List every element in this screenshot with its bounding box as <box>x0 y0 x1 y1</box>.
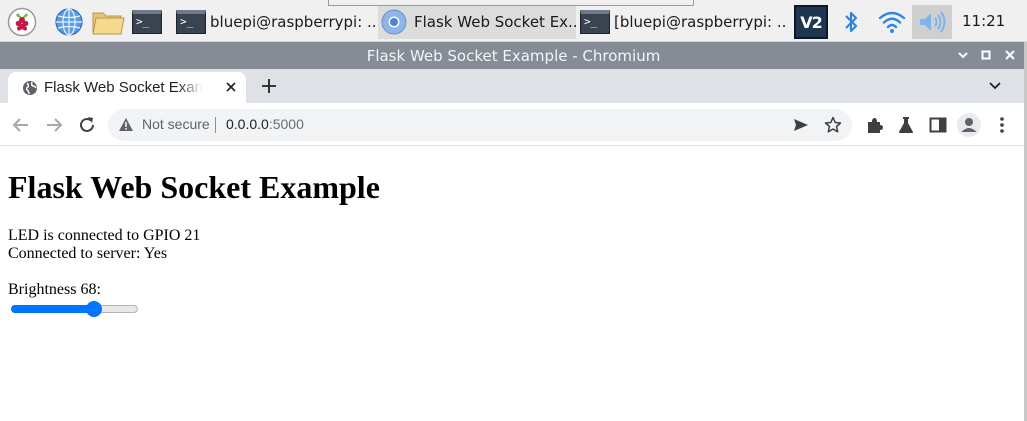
close-window-button[interactable] <box>1001 46 1019 64</box>
window-title: Flask Web Socket Example - Chromium <box>366 47 661 65</box>
maximize-button[interactable] <box>977 46 995 64</box>
reload-button[interactable] <box>75 113 99 137</box>
slider-thumb[interactable] <box>86 301 103 317</box>
chromium-icon <box>381 9 407 35</box>
tab-search-chevron-icon[interactable] <box>986 78 1004 94</box>
terminal-icon: >_ <box>580 10 610 34</box>
profile-avatar-icon[interactable] <box>956 112 982 138</box>
warning-icon[interactable] <box>118 117 134 132</box>
vnc-icon[interactable]: V2 <box>793 5 829 39</box>
tab-flask-web-socket[interactable]: Flask Web Socket Example <box>8 72 246 103</box>
brightness-label: Brightness 68: <box>8 281 101 298</box>
taskbar-window-terminal-2[interactable]: >_ [bluepi@raspberrypi: ... <box>580 5 786 39</box>
connection-status-text: Connected to server: Yes <box>8 245 168 262</box>
globe-icon <box>23 81 37 95</box>
taskbar-window-label: [bluepi@raspberrypi: ... <box>614 13 786 31</box>
taskbar-separator <box>328 0 694 6</box>
taskbar-window-label: bluepi@raspberrypi: ... <box>210 13 376 31</box>
omnibox-divider <box>215 117 216 133</box>
taskbar-window-label: Flask Web Socket Ex... <box>414 13 576 31</box>
bookmark-star-icon[interactable] <box>824 116 842 134</box>
tab-close-icon[interactable] <box>222 78 240 96</box>
terminal-icon: >_ <box>176 10 206 34</box>
send-tab-icon[interactable] <box>792 116 810 134</box>
window-titlebar[interactable]: Flask Web Socket Example - Chromium <box>0 42 1027 69</box>
tab-strip: Flask Web Socket Example <box>0 69 1027 103</box>
menu-kebab-icon[interactable] <box>992 115 1012 135</box>
taskbar-window-terminal-1[interactable]: >_ bluepi@raspberrypi: ... <box>176 5 376 39</box>
volume-icon[interactable] <box>912 5 952 39</box>
back-button[interactable] <box>9 113 33 137</box>
tab-title: Flask Web Socket Example <box>44 79 202 96</box>
minimize-button[interactable] <box>954 46 972 64</box>
url-port: :5000 <box>268 116 304 132</box>
slider-fill <box>11 305 95 313</box>
led-info-text: LED is connected to GPIO 21 <box>8 227 201 244</box>
address-bar[interactable]: Not secure 0.0.0.0:5000 <box>108 109 852 141</box>
new-tab-button[interactable] <box>258 73 280 99</box>
labs-flask-icon[interactable] <box>896 115 916 135</box>
terminal-icon: >_ <box>132 10 162 34</box>
url-text[interactable]: 0.0.0.0:5000 <box>226 116 304 132</box>
wifi-icon[interactable] <box>874 5 910 39</box>
page-title: Flask Web Socket Example <box>8 169 380 205</box>
bluetooth-icon[interactable] <box>838 5 864 39</box>
folder-icon[interactable] <box>90 5 126 39</box>
page-content: Flask Web Socket Example LED is connecte… <box>0 147 1024 421</box>
security-status-label[interactable]: Not secure <box>142 116 210 132</box>
side-panel-icon[interactable] <box>928 115 948 135</box>
brightness-slider[interactable] <box>11 300 138 318</box>
taskbar-clock: 11:21 <box>962 12 1006 30</box>
globe-icon[interactable] <box>52 5 86 39</box>
extensions-puzzle-icon[interactable] <box>864 115 884 135</box>
taskbar-window-chromium[interactable]: Flask Web Socket Ex... <box>378 5 576 39</box>
raspberry-menu-icon[interactable] <box>5 5 39 39</box>
terminal-launcher-button[interactable]: >_ <box>130 8 164 36</box>
browser-toolbar: Not secure 0.0.0.0:5000 <box>0 103 1027 146</box>
forward-button[interactable] <box>42 113 66 137</box>
taskbar: >_ >_ bluepi@raspberrypi: ... Flask Web … <box>0 0 1027 42</box>
url-host: 0.0.0.0 <box>226 116 269 132</box>
